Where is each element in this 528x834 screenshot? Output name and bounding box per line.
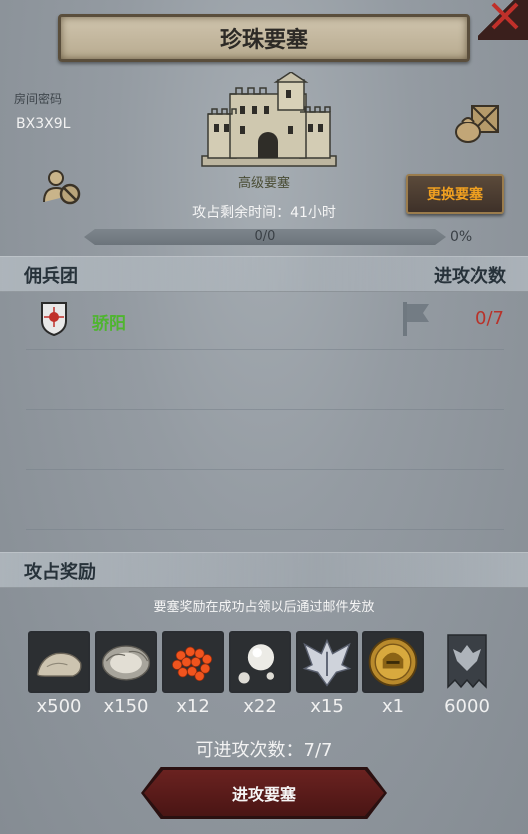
reward-silver-emblem-qty: x15 <box>310 696 344 717</box>
member-restricted-icon[interactable] <box>42 168 82 206</box>
attack-count-header: 进攻次数 <box>434 266 506 287</box>
attack-fortress-button[interactable]: 进攻要塞 <box>144 770 384 816</box>
reward-fish-roe-qty: x12 <box>176 696 210 717</box>
stone-icon <box>30 633 88 691</box>
oyster-icon <box>97 633 155 691</box>
remaining-attempts-label: 可进攻次数： <box>195 740 304 761</box>
flag-icon <box>403 302 429 336</box>
empty-list-row <box>26 350 504 410</box>
capture-time-label: 攻占剩余时间： <box>192 205 291 221</box>
castle-icon <box>201 72 337 167</box>
guild-shield-icon <box>41 302 67 337</box>
room-code-value: BX3X9L <box>16 116 71 132</box>
mercenary-attack-count: 0/7 <box>475 308 504 329</box>
loot-crate-icon[interactable] <box>454 100 502 144</box>
reward-silver-emblem[interactable] <box>296 631 358 693</box>
remaining-attempts: 可进攻次数：7/7 <box>0 736 528 762</box>
rewards-section-title: 攻占奖励 <box>24 562 96 583</box>
reward-fish-roe[interactable] <box>162 631 224 693</box>
reward-pearls[interactable] <box>229 631 291 693</box>
gold-helmet-coin-icon <box>364 633 422 691</box>
page-title: 珍珠要塞 <box>219 28 308 53</box>
rewards-mail-note: 要塞奖励在成功占领以后通过邮件发放 <box>153 600 375 615</box>
empty-list-row <box>26 410 504 470</box>
reward-gold-coin[interactable] <box>362 631 424 693</box>
capture-time-value: 41小时 <box>290 205 336 221</box>
fortress-panel: 珍珠要塞 房间密码 BX3X9L 高级要塞 更换要塞 攻占剩余时间：41小时 0… <box>0 0 528 834</box>
pearls-icon <box>231 633 289 691</box>
reward-oyster-qty: x150 <box>103 696 149 717</box>
room-code-label: 房间密码 <box>14 92 63 106</box>
capture-progress-text: 0/0 <box>254 229 276 244</box>
capture-progress-percent: 0% <box>450 229 473 245</box>
remaining-attempts-value: 7/7 <box>303 740 333 761</box>
silver-wings-emblem-icon <box>298 633 356 691</box>
reward-stone[interactable] <box>28 631 90 693</box>
reward-stone-qty: x500 <box>36 696 82 717</box>
guild-banner-icon <box>447 634 487 689</box>
close-icon[interactable] <box>478 0 528 40</box>
title-banner: 珍珠要塞 <box>58 14 470 62</box>
reward-gold-coin-qty: x1 <box>381 696 405 717</box>
mercenary-name: 骄阳 <box>92 314 126 334</box>
reward-guild-banner[interactable] <box>436 631 498 693</box>
mercenary-row[interactable]: 骄阳 0/7 <box>26 290 504 350</box>
empty-list-row <box>26 470 504 530</box>
reward-guild-banner-qty: 6000 <box>444 696 490 717</box>
mercenary-section-title: 佣兵团 <box>24 266 78 287</box>
fish-roe-icon <box>164 633 222 691</box>
reward-oyster[interactable] <box>95 631 157 693</box>
capture-time-remaining: 攻占剩余时间：41小时 <box>0 202 528 222</box>
reward-pearls-qty: x22 <box>243 696 277 717</box>
